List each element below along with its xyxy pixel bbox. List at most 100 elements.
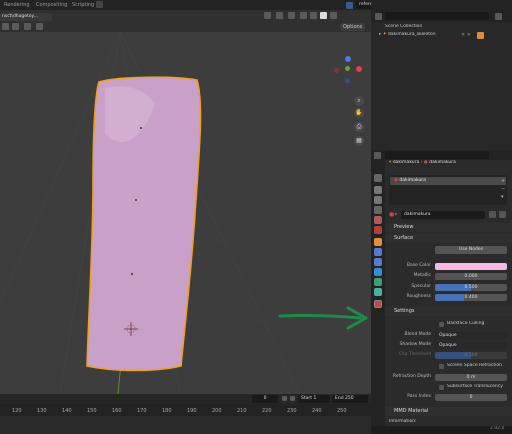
timeline-tick-label: 170 [137, 408, 147, 414]
mmd-material-section-header[interactable]: MMD Material [385, 407, 512, 416]
z-axis-dot[interactable] [345, 56, 351, 62]
keying-set-icon[interactable] [290, 396, 295, 401]
start-frame-label: Start [301, 396, 312, 401]
shading-wireframe-icon[interactable] [300, 12, 307, 19]
particles-tab-icon[interactable] [374, 258, 382, 266]
x-axis-dot[interactable] [356, 66, 362, 72]
metallic-slider[interactable]: 0.000 [435, 273, 507, 280]
workspace-tab-compositing[interactable]: Compositing [36, 1, 67, 9]
filter-icon[interactable] [495, 13, 502, 20]
output-tab-icon[interactable] [374, 196, 382, 204]
timeline-tick-label: 190 [187, 408, 197, 414]
camera-view-icon[interactable]: ⎙ [354, 122, 364, 132]
fake-user-icon[interactable] [489, 211, 496, 218]
data-tab-icon[interactable] [374, 288, 382, 296]
properties-panel-lower: Pass Index 0 MMD Material Information: [371, 394, 512, 426]
3d-viewport[interactable]: nsct\dhagetoy... Options ⌕ ✋ ⎙ ▦ [0, 10, 371, 394]
timeline-tick-label: 130 [37, 408, 47, 414]
outliner-search-input[interactable] [385, 12, 489, 20]
outliner-item-label: dakimakura_skeleton [387, 32, 436, 37]
specular-slider[interactable]: 0.500 [435, 284, 507, 291]
mode-icon[interactable] [12, 23, 19, 30]
dakimakura-pillow-object[interactable] [85, 74, 205, 374]
y-axis-dot[interactable] [345, 66, 350, 71]
end-frame-value: 250 [345, 396, 354, 401]
modifier-icon[interactable] [477, 32, 484, 39]
transform-icon[interactable] [24, 23, 31, 30]
armature-icon: ✦ [382, 32, 387, 37]
outliner-row-dakimakura-skeleton[interactable]: ▸ ✦ dakimakura_skeleton [379, 32, 436, 37]
ssr-checkbox[interactable] [439, 364, 444, 369]
roughness-slider[interactable]: 0.400 [435, 294, 507, 301]
constraints-tab-icon[interactable] [374, 278, 382, 286]
remove-slot-icon[interactable]: − [501, 186, 505, 192]
browse-material-icon[interactable]: ●▾ [389, 211, 397, 218]
add-slot-icon[interactable]: + [501, 178, 505, 184]
workspace-tab-scripting[interactable]: Scripting [72, 1, 94, 9]
preview-section-label: Preview [394, 224, 414, 230]
properties-editor-icon[interactable] [374, 152, 381, 159]
backface-culling-label: Backface Culling [447, 321, 485, 326]
pass-index-field[interactable]: 0 [435, 394, 507, 401]
physics-tab-icon[interactable] [374, 268, 382, 276]
shadow-mode-dropdown[interactable]: Opaque [435, 342, 507, 349]
outliner-editor-icon[interactable] [375, 13, 382, 20]
object-tab-icon[interactable] [374, 238, 382, 246]
add-workspace-icon[interactable] [96, 1, 103, 8]
settings-section-header[interactable]: Settings [385, 307, 512, 316]
tool-tab-icon[interactable] [374, 174, 382, 182]
preview-section-header[interactable]: Preview [385, 223, 512, 232]
base-color-swatch[interactable] [435, 263, 507, 270]
material-tab-icon[interactable] [374, 300, 382, 308]
properties-tabs-sidebar [371, 160, 385, 404]
slot-menu-icon[interactable]: ▾ [501, 194, 504, 200]
xray-icon[interactable] [288, 12, 295, 19]
unlink-material-icon[interactable] [499, 211, 506, 218]
material-slot-list[interactable]: ● dakimakura [389, 175, 507, 205]
backface-culling-checkbox[interactable] [439, 322, 444, 327]
pivot-icon[interactable] [36, 23, 43, 30]
pan-hand-icon[interactable]: ✋ [354, 108, 364, 118]
timeline-track[interactable] [0, 416, 371, 434]
scene-collection-label[interactable]: Scene Collection [385, 24, 422, 29]
workspace-tab-rendering[interactable]: Rendering [4, 1, 30, 9]
pose-icon[interactable]: ✕ ✕ [461, 32, 471, 38]
timeline-header: 0 Start 1 End 250 [0, 394, 371, 404]
use-nodes-button[interactable]: Use Nodes [435, 246, 507, 254]
timeline-tick-label: 210 [237, 408, 247, 414]
neg-z-axis-dot[interactable] [345, 78, 350, 83]
overlay-icon[interactable] [276, 12, 283, 19]
blend-mode-dropdown[interactable]: Opaque [435, 332, 507, 339]
keyframe-icon[interactable] [282, 396, 287, 401]
view-layer-tab-icon[interactable] [374, 206, 382, 214]
version-label: 2.92.0 [490, 426, 505, 431]
modifier-tab-icon[interactable] [374, 248, 382, 256]
zoom-icon[interactable]: ⌕ [354, 96, 364, 106]
shading-material-icon[interactable] [320, 12, 327, 19]
shading-solid-icon[interactable] [310, 12, 317, 19]
end-frame-field[interactable]: End 250 [332, 395, 368, 403]
navigation-gizmo[interactable] [332, 56, 362, 88]
perspective-grid-icon[interactable]: ▦ [354, 136, 364, 146]
surface-section-header[interactable]: Surface [385, 234, 512, 243]
sss-checkbox[interactable] [439, 385, 444, 390]
clip-threshold-slider[interactable]: 0.500 [435, 352, 507, 359]
editor-type-icon[interactable] [2, 23, 9, 30]
scene-tab-icon[interactable] [374, 216, 382, 224]
timeline-tick-label: 240 [312, 408, 322, 414]
properties-search-input[interactable] [385, 151, 489, 159]
world-tab-icon[interactable] [374, 226, 382, 234]
timeline[interactable]: 0 Start 1 End 250 120 130 140 150 160 170 180 1… [0, 394, 371, 434]
file-tab[interactable]: nsct\dhagetoy... [0, 13, 52, 21]
options-menu[interactable]: Options [340, 23, 366, 31]
material-slot-row[interactable]: ● dakimakura [390, 177, 506, 185]
gizmo-icon[interactable] [264, 12, 271, 19]
current-frame-field[interactable]: 0 [252, 395, 278, 403]
render-tab-icon[interactable] [374, 186, 382, 194]
refraction-depth-field[interactable]: 0 m [435, 374, 507, 381]
scene-icon[interactable] [346, 2, 353, 9]
shading-rendered-icon[interactable] [330, 12, 337, 19]
neg-x-axis-dot[interactable] [334, 68, 339, 73]
material-name-field[interactable]: dakimakura [401, 211, 485, 219]
start-frame-field[interactable]: Start 1 [298, 395, 330, 403]
